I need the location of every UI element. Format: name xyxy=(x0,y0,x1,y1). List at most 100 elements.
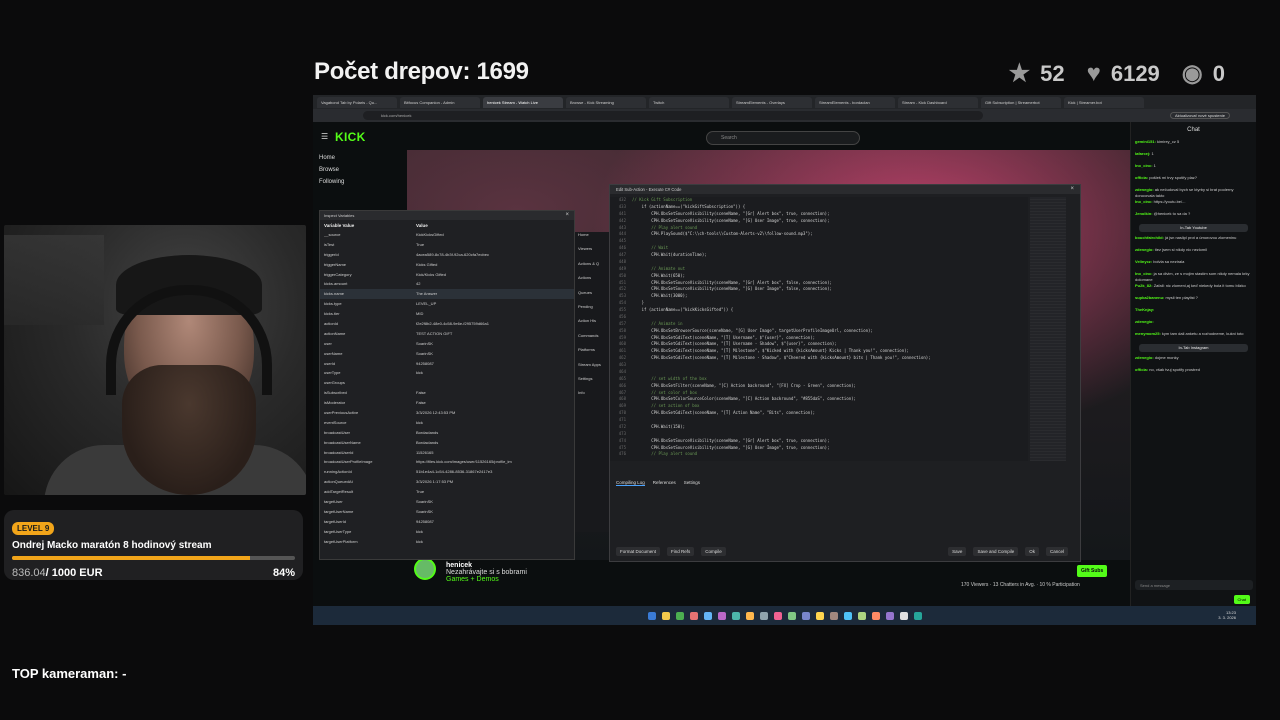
sidebar-item[interactable]: Home xyxy=(575,232,609,246)
sidebar-item[interactable]: Info xyxy=(575,390,609,404)
browser-tab[interactable]: Stream - Kick Dashboard xyxy=(898,96,978,108)
variable-row[interactable]: runningActionId 51b1e4a4-1c54-4286-8536-3… xyxy=(320,467,574,477)
nav-following[interactable]: Following xyxy=(319,179,344,185)
chat-username[interactable]: lafarcej: xyxy=(1135,151,1151,156)
chat-username[interactable]: TheKnjay: xyxy=(1135,307,1154,312)
chat-username[interactable]: Jenolkin: xyxy=(1135,211,1154,216)
sidebar-item[interactable]: Viewers xyxy=(575,246,609,260)
chat-pill[interactable]: In-Tab Instagram xyxy=(1139,344,1248,352)
editor-tab[interactable]: References xyxy=(653,480,676,486)
chat-username[interactable]: zdenegio: xyxy=(1135,355,1155,360)
variable-row[interactable]: targetUser SoarinSK xyxy=(320,497,574,507)
taskbar-app-icon[interactable] xyxy=(913,611,922,620)
editor-button[interactable]: Format Document xyxy=(616,547,661,556)
variable-row[interactable]: actionName TEST ACTION GIFT xyxy=(320,329,574,339)
kick-logo[interactable]: KICK xyxy=(335,130,366,144)
chat-username[interactable]: gemini151: xyxy=(1135,139,1157,144)
taskbar-clock[interactable]: 13:23 3. 3. 2026 xyxy=(1218,610,1236,620)
taskbar-app-icon[interactable] xyxy=(675,611,684,620)
taskbar-app-icon[interactable] xyxy=(731,611,740,620)
editor-button[interactable]: Compile xyxy=(701,547,726,556)
variable-row[interactable]: targetUserType kick xyxy=(320,527,574,537)
variable-row[interactable]: targetUserId 94258087 xyxy=(320,517,574,527)
menu-icon[interactable]: ☰ xyxy=(321,132,328,141)
taskbar-app-icon[interactable] xyxy=(703,611,712,620)
streamer-name[interactable]: henicek xyxy=(446,562,527,569)
editor-tab[interactable]: Compiling Log xyxy=(616,480,645,486)
variable-row[interactable]: targetUserName SoarinSK xyxy=(320,507,574,517)
chat-username[interactable]: supka2banenu: xyxy=(1135,295,1165,300)
browser-tab[interactable]: henicek Stream - Watch Live xyxy=(483,96,563,108)
browser-tab[interactable]: Twitch xyxy=(649,96,729,108)
taskbar-app-icon[interactable] xyxy=(773,611,782,620)
close-icon[interactable]: × xyxy=(565,212,569,218)
editor-button[interactable]: Ok xyxy=(1025,547,1039,556)
gift-subs-button[interactable]: Gift Subs xyxy=(1077,565,1108,577)
taskbar-app-icon[interactable] xyxy=(801,611,810,620)
browser-tab[interactable]: Bitfocus Companion - Admin xyxy=(400,96,480,108)
taskbar-app-icon[interactable] xyxy=(843,611,852,620)
chat-username[interactable]: officia: xyxy=(1135,175,1149,180)
variable-row[interactable]: userId 94258087 xyxy=(320,359,574,369)
editor-button[interactable]: Save and Compile xyxy=(973,547,1019,556)
taskbar-app-icon[interactable] xyxy=(647,611,656,620)
code-area[interactable]: 432 // Kick Gift Subscription 433 if (acti… xyxy=(610,197,1028,461)
taskbar-app-icon[interactable] xyxy=(717,611,726,620)
browser-tab[interactable]: Kick | Streamer.bot xyxy=(1064,96,1144,108)
chat-input[interactable]: Send a message xyxy=(1135,580,1253,590)
nav-browse[interactable]: Browse xyxy=(319,167,344,173)
browser-tab[interactable]: Vagabond Tab by Polaris - Qu... xyxy=(317,96,397,108)
taskbar-app-icon[interactable] xyxy=(815,611,824,620)
variable-row[interactable]: isTest True xyxy=(320,240,574,250)
variable-row[interactable]: isSubscribed False xyxy=(320,388,574,398)
variable-row[interactable]: userType kick xyxy=(320,368,574,378)
browser-tab[interactable]: StreamElements - Overlays xyxy=(732,96,812,108)
taskbar-app-icon[interactable] xyxy=(857,611,866,620)
taskbar-app-icon[interactable] xyxy=(787,611,796,620)
chat-username[interactable]: Ino_cinc: xyxy=(1135,163,1154,168)
variable-row[interactable]: triggerId 4acea589-8c78-4b3f-92ca-620cfa7… xyxy=(320,250,574,260)
sidebar-item[interactable]: Pending xyxy=(575,304,609,318)
browser-tab[interactable]: Browse - Kick Streaming xyxy=(566,96,646,108)
chat-username[interactable]: menymom25: xyxy=(1135,331,1162,336)
variable-row[interactable]: userGroups xyxy=(320,378,574,388)
variable-row[interactable]: kicks.name The Answer xyxy=(320,289,574,300)
nav-home[interactable]: Home xyxy=(319,155,344,161)
editor-button[interactable]: Cancel xyxy=(1045,547,1068,556)
variable-row[interactable]: kicks.amount 42 xyxy=(320,279,574,289)
variable-row[interactable]: triggerCategory Kick/Kicks Gifted xyxy=(320,270,574,280)
browser-tab[interactable]: Gift Subscription | Streamerbot xyxy=(981,96,1061,108)
editor-button[interactable]: Save xyxy=(948,547,967,556)
chat-username[interactable]: bouchfairchild: xyxy=(1135,235,1165,240)
taskbar-app-icon[interactable] xyxy=(759,611,768,620)
chat-username[interactable]: zdenegio: xyxy=(1135,247,1155,252)
sidebar-item[interactable]: Commands xyxy=(575,333,609,347)
sidebar-item[interactable]: Stream Apps xyxy=(575,362,609,376)
sidebar-item[interactable]: Settings xyxy=(575,376,609,390)
variable-row[interactable]: broadcastUserName Bordaclands xyxy=(320,438,574,448)
editor-tab[interactable]: Settings xyxy=(684,480,700,486)
variable-row[interactable]: actionQueuedAt 3/3/2026 1:17:53 PM xyxy=(320,477,574,487)
variable-row[interactable]: __source KickKicksGifted xyxy=(320,230,574,240)
taskbar-app-icon[interactable] xyxy=(829,611,838,620)
chat-username[interactable]: Ino_cinc: xyxy=(1135,271,1154,276)
variable-row[interactable]: addTargetResult True xyxy=(320,487,574,497)
minimap[interactable] xyxy=(1030,197,1066,461)
url-field[interactable]: kick.com/henicek xyxy=(363,111,983,120)
variable-row[interactable]: broadcastUser Bordaclands xyxy=(320,428,574,438)
chat-username[interactable]: Pu2k_82: xyxy=(1135,283,1154,288)
variable-row[interactable]: userPreviousActive 3/3/2026 12:43:53 PM xyxy=(320,408,574,418)
chat-pill[interactable]: In-Tab Youtube xyxy=(1139,224,1248,232)
taskbar-app-icon[interactable] xyxy=(661,611,670,620)
taskbar-app-icon[interactable] xyxy=(871,611,880,620)
browser-tab[interactable]: StreamElements - bordaclan xyxy=(815,96,895,108)
variable-row[interactable]: broadcastUserProfileImage https://files.k… xyxy=(320,457,574,467)
chat-username[interactable]: Velinycz: xyxy=(1135,259,1153,264)
variable-row[interactable]: eventSource kick xyxy=(320,418,574,428)
editor-button[interactable]: Find Refs xyxy=(667,547,695,556)
sidebar-item[interactable]: Platforms xyxy=(575,347,609,361)
variable-row[interactable]: targetUserPlatform kick xyxy=(320,537,574,547)
stream-category[interactable]: Games + Demos xyxy=(446,576,527,583)
sidebar-item[interactable]: Action His xyxy=(575,318,609,332)
close-icon[interactable]: × xyxy=(1070,186,1074,192)
